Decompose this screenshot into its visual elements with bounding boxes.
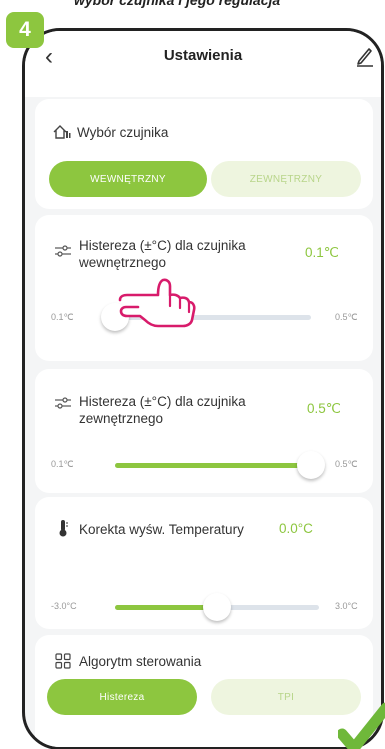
hysteresis-internal-min: 0.1℃ [51, 312, 74, 322]
step-badge: 4 [6, 12, 44, 48]
temp-correction-slider[interactable] [115, 593, 319, 621]
temp-correction-value: 0.0°C [279, 521, 313, 536]
page-title: Ustawienia [163, 47, 243, 64]
phone-frame: ‹ Ustawienia Wybór czujnika WEWNĘTRZNY Z… [22, 28, 384, 749]
home-sensor-icon [53, 125, 71, 139]
algorithm-option-hysteresis[interactable]: Histereza [47, 679, 197, 715]
instruction-caption: wybór czujnika i jego regulacja [74, 0, 281, 8]
hysteresis-external-max: 0.5℃ [335, 459, 358, 469]
hysteresis-external-slider[interactable] [115, 451, 325, 479]
sensor-select-label: Wybór czujnika [77, 125, 169, 140]
grid-icon [55, 653, 71, 669]
algorithm-card: Algorytm sterowania Histereza TPI [35, 635, 373, 747]
algorithm-label: Algorytm sterowania [79, 654, 202, 669]
hysteresis-external-label-line2: zewnętrznego [79, 411, 164, 426]
temp-correction-label: Korekta wyśw. Temperatury [79, 522, 244, 537]
hysteresis-external-min: 0.1℃ [51, 459, 74, 469]
temp-correction-fill [115, 605, 217, 610]
sliders-icon [55, 397, 71, 409]
temp-correction-min: -3.0°C [51, 601, 77, 611]
sliders-icon [55, 245, 71, 257]
hysteresis-external-fill [115, 463, 311, 468]
hysteresis-external-card: Histereza (±°C) dla czujnika zewnętrzneg… [35, 369, 373, 493]
hysteresis-external-value: 0.5℃ [307, 401, 341, 416]
sensor-option-external[interactable]: ZEWNĘTRZNY [211, 161, 361, 197]
temp-correction-card: Korekta wyśw. Temperatury 0.0°C -3.0°C 3… [35, 497, 373, 629]
hysteresis-external-knob[interactable] [297, 451, 325, 479]
green-check-icon [338, 702, 385, 749]
pointing-hand-icon [118, 278, 196, 328]
header-bar: ‹ Ustawienia [25, 31, 381, 97]
sensor-select-card: Wybór czujnika WEWNĘTRZNY ZEWNĘTRZNY [35, 99, 373, 209]
thermometer-icon [59, 520, 68, 537]
temp-correction-knob[interactable] [203, 593, 231, 621]
hysteresis-internal-card: Histereza (±°C) dla czujnika wewnętrzneg… [35, 215, 373, 361]
hysteresis-external-label-line1: Histereza (±°C) dla czujnika [79, 394, 246, 409]
temp-correction-max: 3.0°C [335, 601, 358, 611]
hysteresis-internal-value: 0.1℃ [305, 245, 339, 260]
hysteresis-internal-max: 0.5℃ [335, 312, 358, 322]
hysteresis-internal-label-line2: wewnętrznego [79, 255, 167, 270]
hysteresis-internal-label-line1: Histereza (±°C) dla czujnika [79, 238, 246, 253]
pencil-icon[interactable] [355, 45, 375, 67]
sensor-option-internal[interactable]: WEWNĘTRZNY [49, 161, 207, 197]
